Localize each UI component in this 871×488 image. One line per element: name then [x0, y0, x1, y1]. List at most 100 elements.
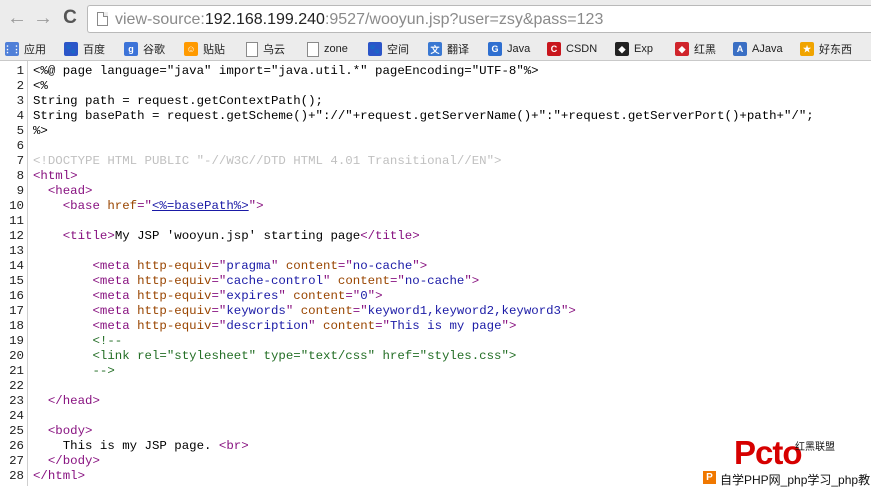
bookmark-6[interactable]: zone	[307, 40, 348, 58]
code-token: <!DOCTYPE HTML PUBLIC "-//W3C//DTD HTML …	[33, 154, 502, 168]
source-line: 4 String basePath = request.getScheme()+"…	[0, 109, 871, 124]
gift-icon: ★	[800, 42, 814, 56]
line-number: 7	[16, 154, 24, 168]
bookmark-label: 百度	[83, 44, 105, 56]
code-token: ">	[412, 259, 428, 273]
code-token: http-equiv	[137, 304, 212, 318]
source-line: 15 <meta http-equiv="cache-control" cont…	[0, 274, 871, 289]
code-token: <%	[33, 79, 48, 93]
bookmark-9[interactable]: G Java	[488, 40, 530, 58]
code-token: "	[323, 274, 338, 288]
browser-toolbar: ← → C view-source:192.168.199.240:9527/w…	[0, 0, 871, 38]
code-token: <link rel="stylesheet" type="text/css" h…	[92, 349, 517, 363]
source-line: 5 %>	[0, 124, 871, 139]
code-token: no-cache	[404, 274, 465, 288]
source-line: 10 <base href="<%=basePath%>">	[0, 199, 871, 214]
line-number: 24	[9, 409, 24, 423]
code-token: ">	[561, 304, 576, 318]
source-line: 1 <%@ page language="java" import="java.u…	[0, 64, 871, 79]
code-token: content	[337, 274, 390, 288]
exploit-icon: ◆	[615, 42, 629, 56]
source-line: 8 <html>	[0, 169, 871, 184]
source-line: 22	[0, 379, 871, 394]
reload-button[interactable]: C	[59, 6, 81, 30]
line-number: 28	[9, 469, 24, 483]
code-token: "	[285, 304, 301, 318]
bookmark-13[interactable]: A AJava	[733, 40, 783, 58]
code-token: ="	[137, 199, 152, 213]
bookmark-8[interactable]: 文翻译	[428, 40, 469, 58]
bookmark-10[interactable]: C CSDN	[547, 40, 597, 58]
code-token: ="	[345, 289, 361, 303]
bookmark-11[interactable]: ◆ Exp	[615, 40, 653, 58]
source-code: <body>	[33, 424, 93, 439]
line-number: 26	[9, 439, 24, 453]
line-number: 2	[16, 79, 24, 93]
code-token: ="	[389, 274, 405, 288]
bookmark-4[interactable]: ☺ 贴贴	[184, 40, 225, 58]
line-number: 8	[16, 169, 24, 183]
code-token: ="	[211, 304, 227, 318]
translate-icon: 文	[428, 42, 442, 56]
line-number: 23	[9, 394, 24, 408]
back-button[interactable]: ←	[6, 6, 28, 30]
url-text[interactable]: view-source:192.168.199.240:9527/wooyun.…	[115, 10, 603, 30]
code-token: ">	[248, 199, 264, 213]
source-code: <meta http-equiv="expires" content="0">	[33, 289, 383, 304]
watermark-caption: 自学PHP网_php学习_php教	[720, 473, 871, 487]
code-token: <body>	[47, 424, 93, 438]
code-token: content	[285, 259, 338, 273]
source-line: 21 -->	[0, 364, 871, 379]
bookmark-7[interactable]: 🐾 空间	[368, 40, 409, 58]
code-token: ="	[337, 259, 353, 273]
source-line: 9 <head>	[0, 184, 871, 199]
code-token: ="	[211, 289, 227, 303]
code-token: ">	[367, 289, 383, 303]
bookmark-2[interactable]: 🐾 百度	[64, 40, 105, 58]
url-host: 192.168.199.240	[204, 11, 325, 28]
code-token: </head>	[47, 394, 100, 408]
code-token: <head>	[47, 184, 93, 198]
source-link[interactable]: <%=basePath%>	[152, 199, 249, 213]
source-code: <!--	[33, 334, 123, 349]
apps-grid-icon: ⋮⋮	[3, 42, 21, 56]
source-code: </html>	[33, 469, 85, 484]
source-line: 24	[0, 409, 871, 424]
bookmark-14[interactable]: ★ 好东西	[800, 40, 852, 58]
code-token: -->	[92, 364, 115, 378]
code-token: <meta	[92, 289, 138, 303]
line-number: 3	[16, 94, 24, 108]
code-token: ="	[211, 259, 227, 273]
bookmark-label: 空间	[387, 44, 409, 56]
code-token: <!--	[92, 334, 123, 348]
bookmark-3[interactable]: g 谷歌	[124, 40, 165, 58]
bookmark-1[interactable]: ⋮⋮ 应用	[3, 40, 46, 58]
code-token: </body>	[47, 454, 100, 468]
bookmark-label: 好东西	[819, 44, 852, 56]
source-code: <base href="<%=basePath%>">	[33, 199, 264, 214]
view-source-content: 1 <%@ page language="java" import="java.u…	[0, 61, 871, 486]
source-code: This is my JSP page. <br>	[33, 439, 249, 454]
bookmark-label: AJava	[752, 43, 783, 55]
bookmark-12[interactable]: ◆ 红黑	[675, 40, 716, 58]
code-token: %>	[33, 124, 48, 138]
source-code: <meta http-equiv="pragma" content="no-ca…	[33, 259, 428, 274]
source-line: 16 <meta http-equiv="expires" content="0…	[0, 289, 871, 304]
bookmark-5[interactable]: 乌云	[246, 40, 285, 58]
line-number: 10	[9, 199, 24, 213]
forward-button[interactable]: →	[32, 6, 54, 30]
reload-icon: C	[63, 7, 77, 28]
address-bar[interactable]: view-source:192.168.199.240:9527/wooyun.…	[87, 5, 871, 33]
source-line: 13	[0, 244, 871, 259]
source-line: 6	[0, 139, 871, 154]
code-token: My JSP 'wooyun.jsp' starting page	[114, 229, 361, 243]
source-line: 19 <!--	[0, 334, 871, 349]
code-token: content	[293, 289, 346, 303]
line-number: 9	[16, 184, 24, 198]
line-number: 4	[16, 109, 24, 123]
source-code: <html>	[33, 169, 78, 184]
code-token: keyword1,keyword2,keyword3	[367, 304, 561, 318]
